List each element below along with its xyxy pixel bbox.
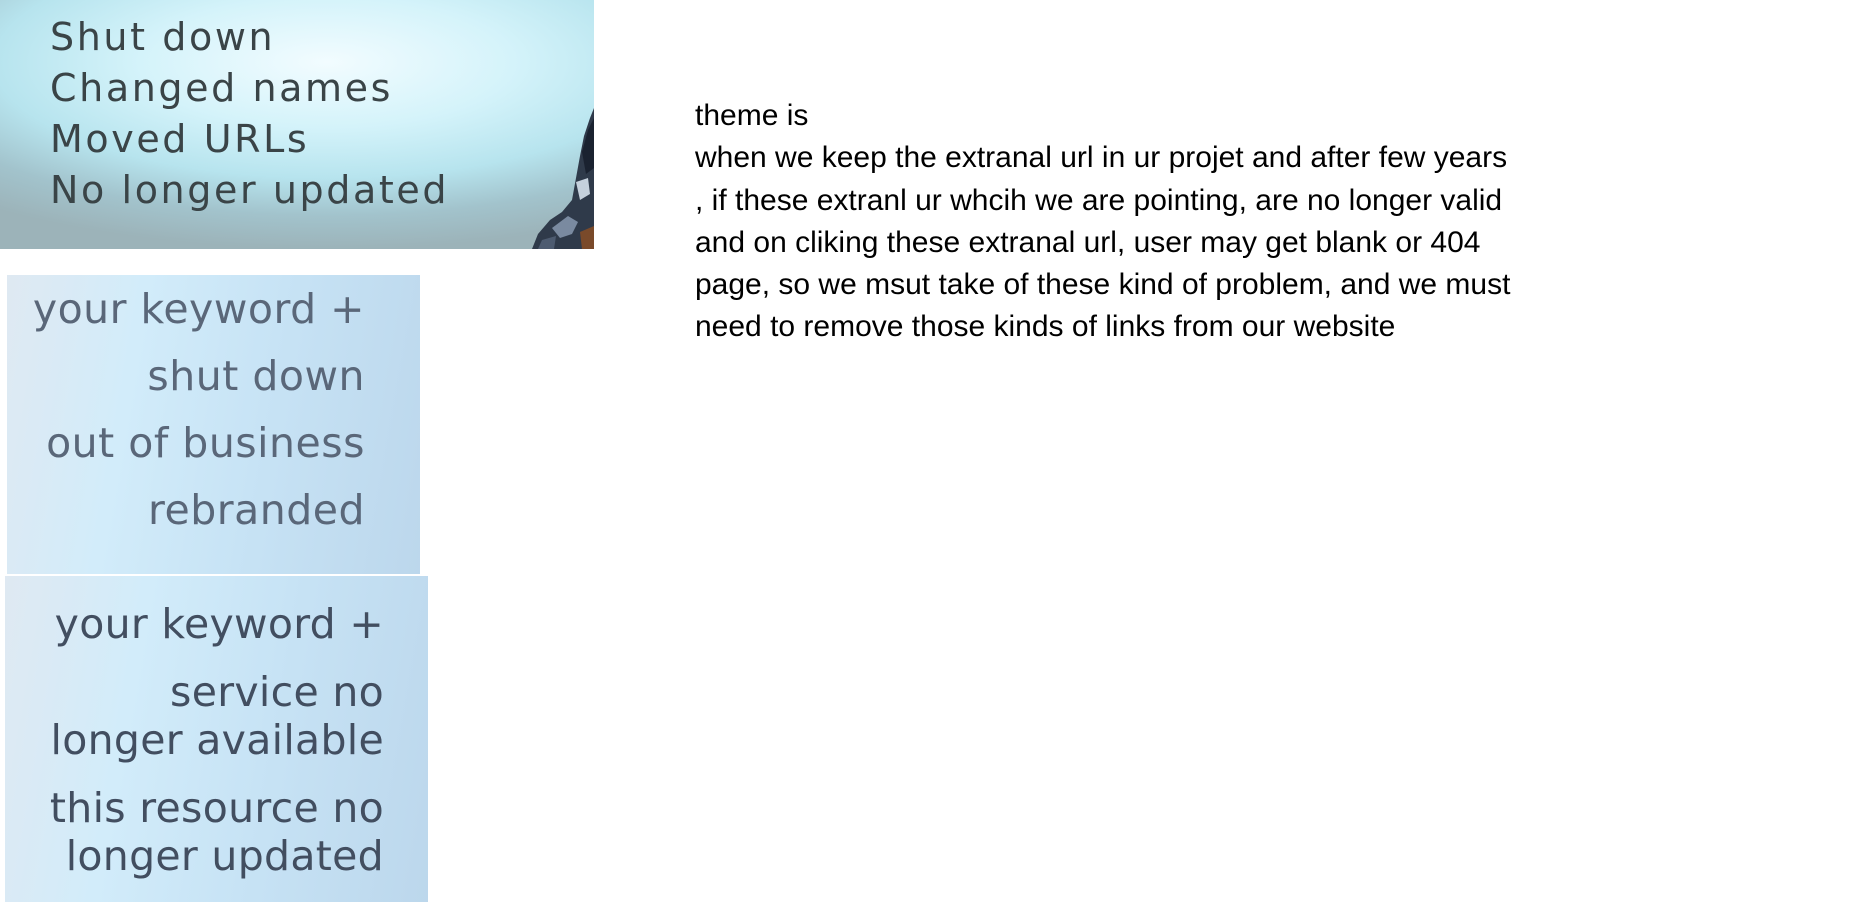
- figure-illustration: [532, 108, 594, 249]
- card-line: shut down: [147, 352, 365, 400]
- card-line: out of business: [46, 419, 365, 467]
- note-heading: theme is: [695, 99, 809, 132]
- reason-item: Shut down: [50, 15, 276, 59]
- keyword-card-two: your keyword + service no longer availab…: [5, 576, 428, 902]
- keyword-card-one: your keyword + shut down out of business…: [7, 275, 420, 574]
- reason-item: No longer updated: [50, 168, 450, 212]
- card-line: your keyword +: [32, 285, 365, 333]
- card-line: rebranded: [148, 486, 365, 534]
- note-text-block: theme is when we keep the extranal url i…: [695, 95, 1525, 349]
- reasons-list: Shut down Changed names Moved URLs No lo…: [50, 12, 449, 216]
- reason-item: Changed names: [50, 66, 394, 110]
- reasons-banner: Shut down Changed names Moved URLs No lo…: [0, 0, 594, 249]
- reason-item: Moved URLs: [50, 117, 310, 161]
- card-line: your keyword +: [54, 600, 384, 648]
- note-body: when we keep the extranal url in ur proj…: [695, 141, 1511, 344]
- card-line: this resource no longer updated: [49, 784, 384, 880]
- card-line: service no longer available: [50, 668, 384, 764]
